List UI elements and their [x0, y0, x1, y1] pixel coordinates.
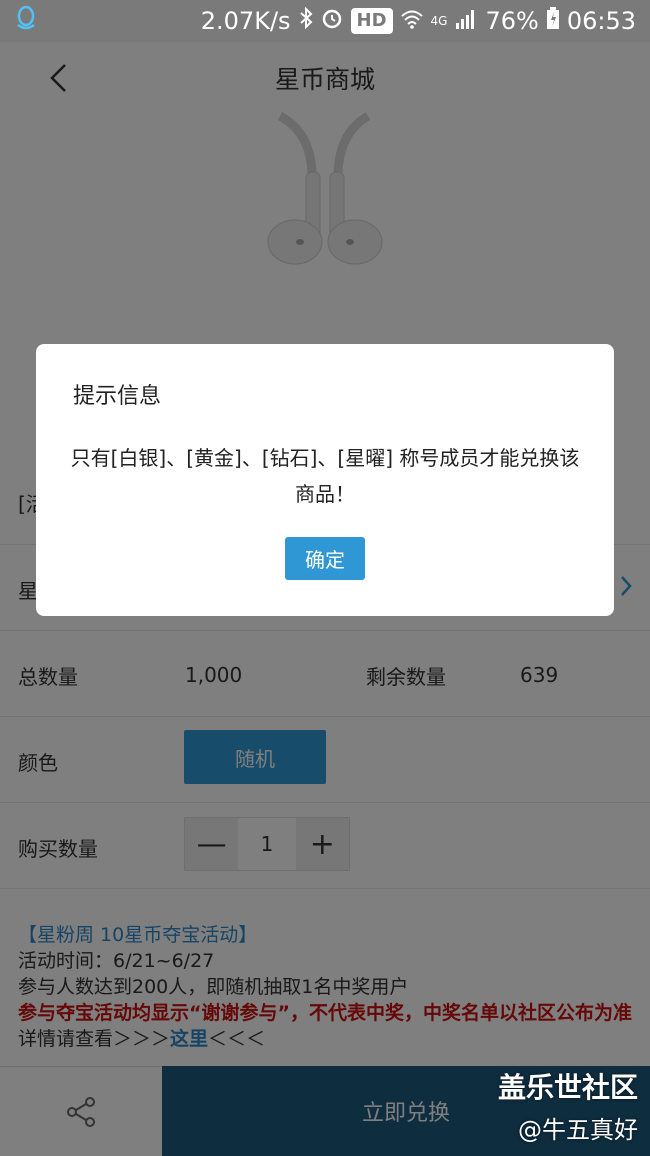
alert-dialog: 提示信息 只有[白银]、[黄金]、[钻石]、[星曜] 称号成员才能兑换该商品！ …	[36, 344, 614, 616]
dialog-message: 只有[白银]、[黄金]、[钻石]、[星曜] 称号成员才能兑换该商品！	[70, 446, 580, 506]
watermark-line2: @牛五真好	[518, 1116, 638, 1144]
watermark-line1: 盖乐世社区	[497, 1071, 638, 1104]
battery-level: 76%	[485, 7, 539, 35]
qq-icon	[14, 5, 38, 37]
signal-icon	[455, 7, 477, 35]
watermark: 盖乐世社区 @牛五真好	[498, 1066, 638, 1145]
wifi-icon	[400, 7, 423, 35]
network-speed: 2.07K/s	[200, 7, 291, 35]
battery-icon	[546, 7, 559, 35]
status-bar: 2.07K/s HD 4G 76% 06:53	[0, 0, 650, 42]
dialog-title: 提示信息	[73, 384, 162, 409]
alarm-icon	[321, 7, 343, 35]
bluetooth-icon	[299, 6, 313, 35]
network-type: 4G	[430, 14, 448, 28]
clock: 06:53	[566, 7, 636, 35]
confirm-button[interactable]: 确定	[285, 537, 365, 580]
hd-badge: HD	[350, 8, 393, 34]
